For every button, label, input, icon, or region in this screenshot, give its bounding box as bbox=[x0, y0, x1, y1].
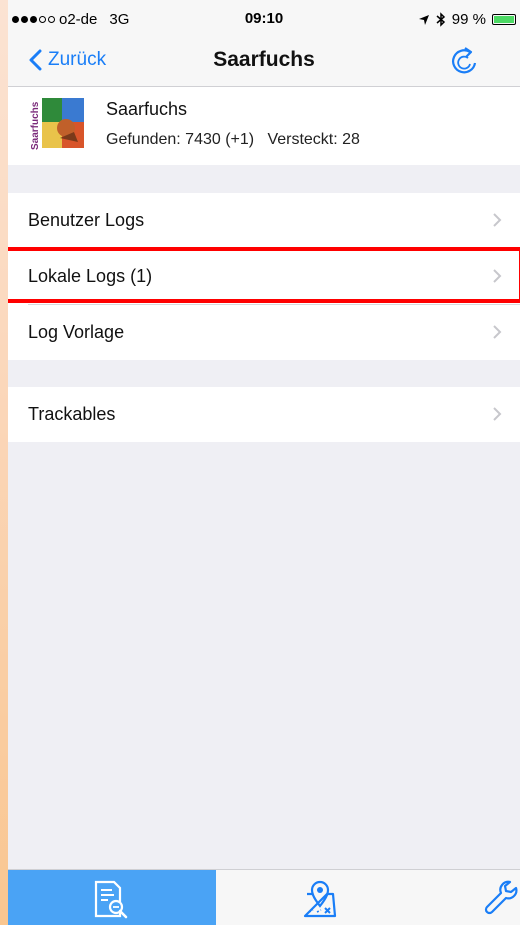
benutzer-logs-row[interactable]: Benutzer Logs bbox=[8, 193, 520, 248]
svg-text:Saarfuchs: Saarfuchs bbox=[30, 101, 41, 150]
trackables-group: Trackables bbox=[8, 387, 520, 442]
row-label: Lokale Logs (1) bbox=[28, 266, 153, 286]
saarfuchs-logo: Saarfuchs bbox=[30, 98, 84, 150]
row-label: Benutzer Logs bbox=[28, 210, 145, 230]
map-marker-icon bbox=[303, 880, 337, 918]
battery-icon bbox=[492, 14, 516, 25]
row-label: Trackables bbox=[28, 404, 116, 424]
status-bar: o2-de 3G 09:10 99 % bbox=[8, 0, 520, 40]
search-log-icon bbox=[94, 880, 128, 919]
bluetooth-icon bbox=[436, 12, 445, 27]
lokale-logs-row[interactable]: Lokale Logs (1) bbox=[8, 249, 520, 304]
cache-owner-name: Saarfuchs bbox=[106, 99, 188, 119]
refresh-icon bbox=[452, 47, 477, 74]
battery-percent: 99 % bbox=[451, 11, 486, 28]
log-vorlage-row[interactable]: Log Vorlage bbox=[8, 305, 520, 360]
chevron-right-icon bbox=[493, 407, 502, 421]
chevron-right-icon bbox=[493, 213, 502, 227]
location-arrow-icon bbox=[418, 14, 429, 25]
battery-level bbox=[494, 16, 514, 23]
tab-map[interactable] bbox=[216, 870, 424, 925]
wrench-icon bbox=[484, 880, 518, 915]
page-title: Saarfuchs bbox=[213, 48, 315, 71]
logs-group: Benutzer Logs Lokale Logs (1) Log Vorlag… bbox=[8, 193, 520, 360]
navigation-bar: Zurück Saarfuchs bbox=[8, 40, 520, 87]
cache-owner-stats: Gefunden: 7430 (+1) Versteckt: 28 bbox=[106, 131, 360, 148]
trackables-row[interactable]: Trackables bbox=[8, 387, 520, 442]
chevron-right-icon bbox=[493, 269, 502, 283]
chevron-right-icon bbox=[493, 325, 502, 339]
phone-screen: o2-de 3G 09:10 99 % Zurück Saarfuchs Saa… bbox=[8, 0, 520, 925]
tab-search-logs[interactable] bbox=[8, 870, 216, 925]
tab-settings[interactable] bbox=[424, 870, 520, 925]
row-label: Log Vorlage bbox=[28, 322, 125, 342]
tab-bar bbox=[8, 869, 520, 925]
refresh-button[interactable] bbox=[448, 44, 480, 80]
cache-owner-header: Saarfuchs Saarfuchs Gefunden: 7430 (+1) … bbox=[8, 87, 520, 165]
